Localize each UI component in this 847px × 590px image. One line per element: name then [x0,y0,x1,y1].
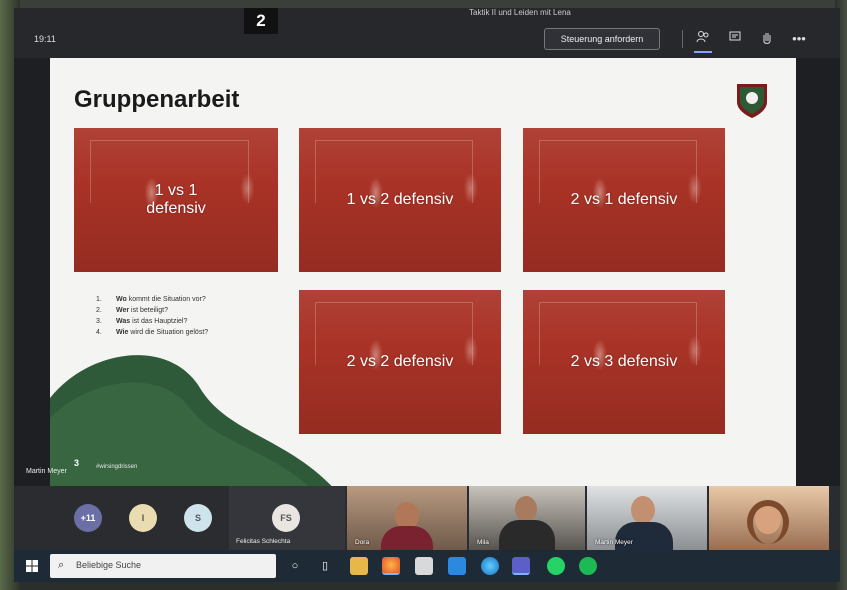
participant-hair [747,500,789,544]
search-placeholder: Beliebige Suche [76,560,142,570]
question-item: 3. Was ist das Hauptziel? [96,316,208,327]
question-keyword: Wo [116,296,127,303]
tile-2vs2: 2 vs 2 defensiv [299,290,501,434]
question-number: 3. [96,318,102,325]
slide-title: Gruppenarbeit [74,86,240,113]
meeting-clock: 19:11 [34,34,56,44]
people-icon[interactable] [694,30,712,48]
tile-1vs2: 1 vs 2 defensiv [299,128,501,272]
windows-start-icon[interactable] [26,560,38,572]
tile-label: 1 vs 1 defensiv [146,181,206,217]
participant-head [515,496,537,522]
more-icon[interactable]: ••• [790,30,808,48]
windows-taskbar: ⌕ Beliebige Suche ○ ▯ [14,550,840,582]
question-keyword: Wie [116,329,129,336]
tile-1vs1: 1 vs 1 defensiv [74,128,278,272]
meeting-topbar: Taktik II und Leiden mit Lena 2 19:11 St… [14,8,840,58]
store-icon[interactable] [415,557,433,575]
slide-hashtag: #wirsingdrissen [96,464,138,470]
firefox-icon[interactable] [382,557,400,575]
toolbar-divider [682,30,683,48]
page-number-badge: 2 [244,8,278,34]
participant-video-dora[interactable]: Dora [347,486,467,550]
question-list: 1. Wo kommt die Situation vor? 2. Wer ist … [96,294,208,338]
question-text: ist beteiligt? [129,307,169,314]
question-item: 1. Wo kommt die Situation vor? [96,294,208,305]
meeting-title: Taktik II und Leiden mit Lena [469,8,571,17]
participant-name: Mila [477,539,489,546]
tile-label: 2 vs 1 defensiv [570,190,678,208]
question-text: kommt die Situation vor? [126,296,206,303]
participant-name: Dora [355,539,370,546]
taskbar-search-field[interactable]: ⌕ Beliebige Suche [50,554,276,578]
spotify-icon[interactable] [579,557,597,575]
participant-name: Martin Meyer [595,539,633,546]
task-view-icon[interactable]: ▯ [316,557,334,575]
cortana-icon[interactable]: ○ [286,557,304,575]
participant-head [631,496,655,524]
participant-body [381,526,433,550]
presentation-slide: Gruppenarbeit 1 vs 1 defensiv 1 vs 2 def… [50,58,796,488]
tile-label: 1 vs 2 defensiv [346,190,454,208]
tile-label: 2 vs 2 defensiv [346,352,454,370]
question-number: 4. [96,329,102,336]
search-icon: ⌕ [58,559,65,571]
explorer-icon[interactable] [350,557,368,575]
teams-screen: Taktik II und Leiden mit Lena 2 19:11 St… [14,8,840,582]
participant-avatar-s[interactable]: S [184,504,212,532]
club-logo-icon [737,84,767,118]
whatsapp-icon[interactable] [547,557,565,575]
monitor-frame: Taktik II und Leiden mit Lena 2 19:11 St… [0,0,847,590]
question-keyword: Was [116,318,131,325]
chat-icon[interactable] [726,30,744,48]
tile-2vs3: 2 vs 3 defensiv [523,290,725,434]
edge-icon[interactable] [481,557,499,575]
mail-icon[interactable] [448,557,466,575]
participant-video-mila[interactable]: Mila [469,486,585,550]
question-text: ist das Hauptziel? [130,318,188,325]
question-number: 2. [96,307,102,314]
participant-name: Felicitas Schlechta [236,538,291,545]
participant-video-4[interactable] [709,486,829,550]
question-number: 1. [96,296,102,303]
participant-body [499,520,555,550]
participant-avatar-fs[interactable]: FS [272,504,300,532]
request-control-button[interactable]: Steuerung anfordern [544,28,660,50]
more-participants-button[interactable]: +11 [74,504,102,532]
question-item: 2. Wer ist beteiligt? [96,305,208,316]
raise-hand-icon[interactable] [758,30,776,48]
question-keyword: Wer [116,307,130,314]
question-item: 4. Wie wird die Situation gelöst? [96,327,208,338]
presenter-name: Martin Meyer [26,468,67,475]
teams-icon[interactable] [512,557,530,575]
participant-video-martin[interactable]: Martin Meyer [587,486,707,550]
active-tab-indicator [694,51,712,53]
tile-label: 2 vs 3 defensiv [570,352,678,370]
participant-avatar-i[interactable]: I [129,504,157,532]
question-text: wird die Situation gelöst? [128,329,209,336]
tile-2vs1: 2 vs 1 defensiv [523,128,725,272]
presenter-count: 3 [74,458,80,468]
